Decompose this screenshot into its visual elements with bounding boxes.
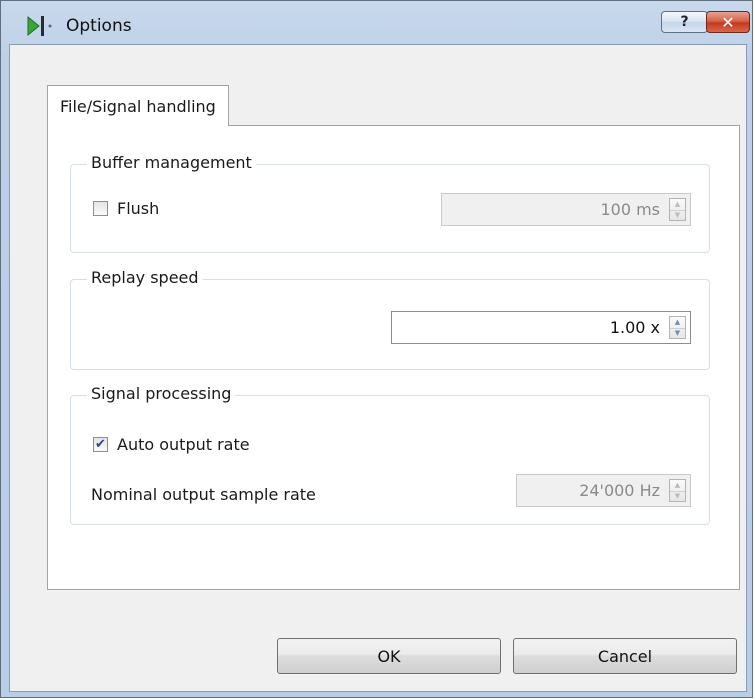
flush-spinbox[interactable]: 100 ms ▲ ▼	[441, 193, 691, 226]
cancel-button-label: Cancel	[597, 646, 653, 666]
options-dialog: Options ? ✕ File/Signal handling Buffer …	[0, 0, 753, 698]
nominal-rate-spinbox[interactable]: 24'000 Hz ▲ ▼	[516, 474, 691, 507]
replay-speed-spinbox[interactable]: 1.00 x ▲ ▼	[391, 311, 691, 344]
replay-speed-value: 1.00 x	[609, 318, 660, 337]
flush-label: Flush	[117, 199, 160, 218]
ok-button-label: OK	[377, 646, 401, 666]
dialog-content: File/Signal handling Buffer management F…	[9, 44, 747, 692]
buffer-management-title: Buffer management	[87, 153, 256, 172]
replay-speed-group: Replay speed 1.00 x ▲ ▼	[70, 268, 710, 370]
flush-checkbox[interactable]	[93, 201, 108, 216]
spin-down-icon[interactable]: ▼	[670, 491, 685, 502]
signal-processing-group: Signal processing ✔ Auto output rate Nom…	[70, 384, 710, 525]
flush-value: 100 ms	[600, 200, 660, 219]
spin-down-icon[interactable]: ▼	[670, 210, 685, 221]
spin-down-icon[interactable]: ▼	[670, 328, 685, 339]
tab-label: File/Signal handling	[60, 96, 216, 116]
nominal-rate-spin-arrows[interactable]: ▲ ▼	[669, 479, 686, 502]
play-bar-icon	[27, 15, 52, 37]
auto-output-rate-checkbox[interactable]: ✔	[93, 437, 108, 452]
nominal-output-sample-rate-label: Nominal output sample rate	[91, 485, 316, 504]
buffer-management-group: Buffer management Flush 100 ms ▲ ▼	[70, 153, 710, 253]
help-button[interactable]: ?	[661, 11, 708, 33]
title-bar[interactable]: Options ? ✕	[1, 1, 752, 41]
flush-checkbox-row[interactable]: Flush	[93, 199, 159, 218]
nominal-rate-value: 24'000 Hz	[579, 481, 660, 500]
close-icon: ✕	[721, 12, 735, 32]
tab-pane: Buffer management Flush 100 ms ▲ ▼ Repla…	[47, 125, 740, 590]
tab-file-signal-handling[interactable]: File/Signal handling	[47, 85, 229, 126]
window-title: Options	[66, 16, 132, 36]
cancel-button[interactable]: Cancel	[513, 638, 737, 674]
flush-spin-arrows[interactable]: ▲ ▼	[669, 198, 686, 221]
close-button[interactable]: ✕	[706, 11, 750, 33]
replay-speed-title: Replay speed	[87, 268, 203, 287]
checkmark-icon: ✔	[95, 437, 106, 452]
auto-output-rate-row[interactable]: ✔ Auto output rate	[93, 435, 250, 454]
signal-processing-title: Signal processing	[87, 384, 236, 403]
ok-button[interactable]: OK	[277, 638, 501, 674]
replay-speed-spin-arrows[interactable]: ▲ ▼	[669, 316, 686, 339]
auto-output-rate-label: Auto output rate	[117, 435, 250, 454]
help-icon: ?	[680, 14, 689, 30]
